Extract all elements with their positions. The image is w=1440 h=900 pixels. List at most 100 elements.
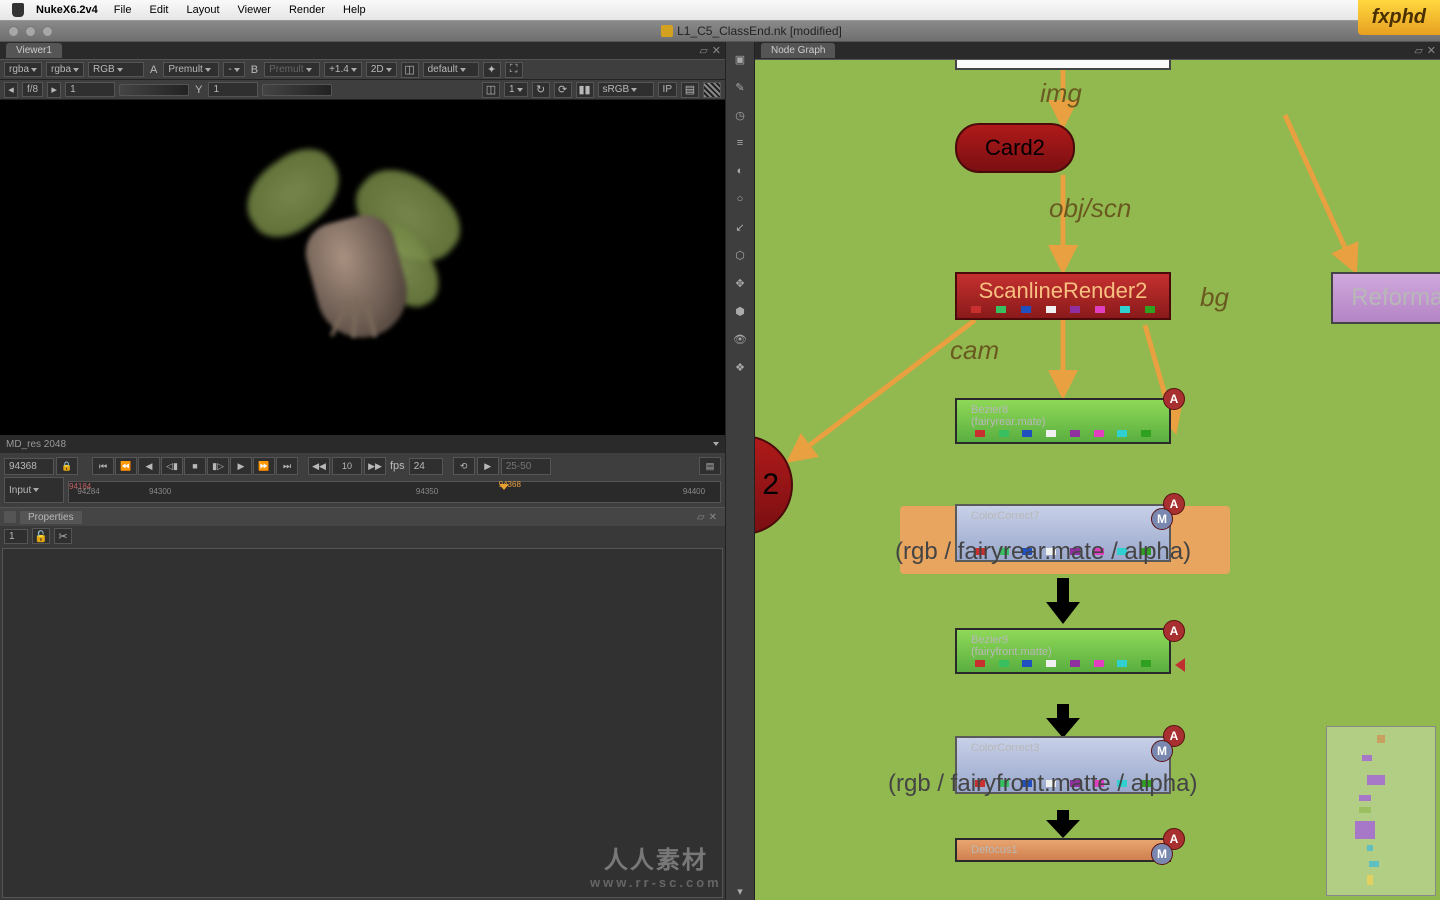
node-card2[interactable]: Card2 (955, 123, 1075, 173)
tool-draw-icon[interactable]: ✎ (731, 78, 749, 96)
layer-select[interactable]: RGB (88, 62, 144, 77)
tool-color-icon[interactable]: ◐ (731, 162, 749, 180)
tool-collapse-icon[interactable]: ▾ (731, 882, 749, 900)
minimap[interactable] (1326, 726, 1436, 896)
reload-icon[interactable]: ⟳ (554, 82, 572, 98)
color-strip-icon (967, 306, 1159, 314)
app-name[interactable]: NukeX6.2v4 (36, 4, 98, 16)
tool-transform-icon[interactable]: ✥ (731, 274, 749, 292)
stripe-icon[interactable] (703, 82, 721, 98)
node-graph-canvas[interactable]: img obj/scn cam bg Card2 ScanlineRender2… (755, 60, 1440, 900)
menu-edit[interactable]: Edit (150, 4, 169, 16)
colorspace-select[interactable]: sRGB (598, 82, 654, 97)
menu-viewer[interactable]: Viewer (238, 4, 271, 16)
gamma-slider[interactable] (262, 84, 332, 96)
tool-3d-icon[interactable]: ⬢ (731, 302, 749, 320)
pane-close-icon[interactable]: ✕ (712, 44, 721, 57)
menu-layout[interactable]: Layout (186, 4, 219, 16)
premult-b-select[interactable]: Premult (264, 62, 320, 77)
play-range-icon[interactable]: ▶ (477, 457, 499, 475)
tool-channel-icon[interactable]: ≡ (731, 134, 749, 152)
tool-merge-icon[interactable]: ⬡ (731, 246, 749, 264)
menu-render[interactable]: Render (289, 4, 325, 16)
step-back-icon[interactable]: ◀ (138, 457, 160, 475)
frame-fwd-icon[interactable]: ▮▷ (207, 457, 229, 475)
fps-input[interactable] (409, 458, 443, 475)
prev-icon[interactable]: ◂ (4, 82, 18, 98)
menu-help[interactable]: Help (343, 4, 366, 16)
tool-filter-icon[interactable]: ○ (731, 190, 749, 208)
frame-back-icon[interactable]: ◁▮ (161, 457, 183, 475)
playhead-icon[interactable] (499, 484, 509, 490)
props-float-icon[interactable]: ▱ (697, 512, 705, 523)
node-bezier8[interactable]: Bezier8 (fairyrear.mate) (955, 398, 1171, 444)
goto-start-icon[interactable]: ⏮ (92, 457, 114, 475)
pause-icon[interactable]: ▮▮ (576, 82, 594, 98)
next-key-icon[interactable]: ⏩ (253, 457, 275, 475)
node-defocus1[interactable]: Defocus1 (955, 838, 1171, 862)
exposure-slider[interactable] (119, 84, 189, 96)
node-bezier9[interactable]: Bezier9 (fairyfront.matte) (955, 628, 1171, 674)
fstop-button[interactable]: f/8 (22, 82, 43, 97)
stop-icon[interactable]: ■ (184, 457, 206, 475)
tool-views-icon[interactable]: 👁 (731, 330, 749, 348)
node-top-partial[interactable] (955, 60, 1171, 70)
tool-other-icon[interactable]: ❖ (731, 358, 749, 376)
dimension-select[interactable]: 2D (366, 62, 397, 77)
blend-select[interactable]: - (223, 62, 244, 77)
range-input[interactable] (501, 458, 551, 475)
snap-icon[interactable]: ✦ (483, 62, 501, 78)
props-clear-icon[interactable]: ✂ (54, 528, 72, 544)
tool-time-icon[interactable]: ◷ (731, 106, 749, 124)
viewer-tab[interactable]: Viewer1 (6, 43, 62, 58)
next-icon[interactable]: ▸ (47, 82, 61, 98)
close-window-icon[interactable] (8, 26, 19, 37)
status-dropdown-icon[interactable] (713, 442, 719, 446)
step-size[interactable]: 10 (332, 457, 362, 475)
node-partial-left[interactable]: 2 (755, 435, 793, 535)
zoom-window-icon[interactable] (42, 26, 53, 37)
properties-tab[interactable]: Properties (20, 511, 82, 524)
ng-close-icon[interactable]: ✕ (1427, 44, 1436, 57)
viewer-tool-icon-1[interactable]: ◫ (401, 62, 419, 78)
zoom-fit-icon[interactable]: ⛶ (505, 62, 523, 78)
apple-menu-icon[interactable] (12, 3, 24, 17)
props-close-icon[interactable]: ✕ (709, 512, 717, 523)
minimize-window-icon[interactable] (25, 26, 36, 37)
current-frame-input[interactable] (4, 458, 54, 475)
props-count[interactable]: 1 (4, 529, 28, 544)
timeline-ruler[interactable]: 94184 94284 94300 94350 94400 94368 (68, 481, 721, 503)
lock-frame-icon[interactable]: 🔒 (56, 457, 78, 475)
fstop-value[interactable]: 1 (65, 82, 115, 97)
ng-float-icon[interactable]: ▱ (1414, 44, 1422, 57)
clip-value[interactable]: 1 (504, 82, 528, 97)
tool-image-icon[interactable]: ▣ (731, 50, 749, 68)
prev-key-icon[interactable]: ⏪ (115, 457, 137, 475)
clip-icon[interactable]: ◫ (482, 82, 500, 98)
props-handle-icon[interactable] (4, 511, 16, 523)
channel-select-1[interactable]: rgba (4, 62, 42, 77)
node-scanlinerender2[interactable]: ScanlineRender2 (955, 272, 1171, 320)
premult-a-select[interactable]: Premult (163, 62, 219, 77)
menu-file[interactable]: File (114, 4, 132, 16)
hist-icon[interactable]: ▤ (681, 82, 699, 98)
timeline-input-select[interactable]: Input (4, 477, 64, 503)
lut-select[interactable]: default (423, 62, 479, 77)
tool-keyer-icon[interactable]: ↙ (731, 218, 749, 236)
viewer-display[interactable] (0, 100, 725, 435)
skip-fwd-icon[interactable]: ▶▶ (364, 457, 386, 475)
pane-float-icon[interactable]: ▱ (699, 44, 707, 57)
channel-select-2[interactable]: rgba (46, 62, 84, 77)
skip-back-icon[interactable]: ◀◀ (308, 457, 330, 475)
ip-button[interactable]: IP (658, 82, 677, 97)
nodegraph-tab[interactable]: Node Graph (761, 43, 835, 58)
play-icon[interactable]: ▶ (230, 457, 252, 475)
loop-mode-icon[interactable]: ⟲ (453, 457, 475, 475)
y-value[interactable]: 1 (208, 82, 258, 97)
node-reformat[interactable]: Reformat (1331, 272, 1440, 324)
gain-select[interactable]: +1.4 (324, 62, 362, 77)
goto-end-icon[interactable]: ⏭ (276, 457, 298, 475)
refresh-icon[interactable]: ↻ (532, 82, 550, 98)
timeline-menu-icon[interactable]: ▤ (699, 457, 721, 475)
props-lock-icon[interactable]: 🔓 (32, 528, 50, 544)
